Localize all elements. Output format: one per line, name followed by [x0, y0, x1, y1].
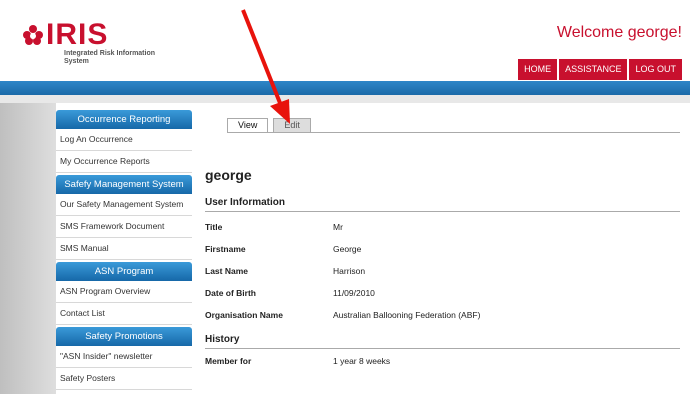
sidebar-item-our-sms[interactable]: Our Safety Management System	[56, 194, 192, 216]
sidebar-item-safety-posters[interactable]: Safety Posters	[56, 368, 192, 390]
site-header: IRIS Integrated Risk Information System …	[0, 0, 690, 80]
history-heading: History	[205, 334, 680, 349]
top-navigation: HOME ASSISTANCE LOG OUT	[518, 59, 682, 80]
field-value: George	[333, 244, 362, 254]
iris-logo[interactable]: IRIS Integrated Risk Information System	[22, 18, 162, 70]
field-label: Firstname	[205, 244, 246, 254]
left-gutter	[0, 103, 56, 394]
user-information-heading: User Information	[205, 197, 680, 212]
sidebar-item-sms-framework[interactable]: SMS Framework Document	[56, 216, 192, 238]
field-label: Member for	[205, 356, 252, 366]
field-value: 11/09/2010	[333, 288, 375, 298]
tab-bar: View Edit	[227, 118, 311, 133]
sidebar-item-my-reports[interactable]: My Occurrence Reports	[56, 151, 192, 173]
welcome-message: Welcome george!	[556, 24, 682, 41]
page-title: george	[205, 167, 252, 183]
flower-logo-icon	[23, 25, 43, 45]
brand-name: IRIS	[46, 18, 109, 51]
tab-edit[interactable]: Edit	[273, 118, 311, 133]
sidebar-item-contact-list[interactable]: Contact List	[56, 303, 192, 325]
field-value: 1 year 8 weeks	[333, 356, 391, 366]
sidebar-item-asn-overview[interactable]: ASN Program Overview	[56, 281, 192, 303]
nav-assistance-button[interactable]: ASSISTANCE	[559, 59, 628, 80]
field-value: Australian Ballooning Federation (ABF)	[333, 310, 481, 320]
tab-view[interactable]: View	[227, 118, 269, 133]
nav-home-button[interactable]: HOME	[518, 59, 558, 80]
brand-tagline: Integrated Risk Information System	[64, 50, 156, 65]
tab-divider	[227, 132, 680, 133]
nav-logout-button[interactable]: LOG OUT	[629, 59, 682, 80]
sidebar-header-occurrence-reporting[interactable]: Occurrence Reporting	[56, 110, 192, 129]
sidebar: Occurrence Reporting Log An Occurrence M…	[56, 108, 192, 390]
field-label: Organisation Name	[205, 310, 283, 320]
field-value: Harrison	[333, 266, 366, 276]
field-label: Last Name	[205, 266, 248, 276]
sidebar-header-asn-program[interactable]: ASN Program	[56, 262, 192, 281]
sidebar-item-newsletter[interactable]: "ASN Insider" newsletter	[56, 346, 192, 368]
field-label: Title	[205, 222, 223, 232]
sidebar-header-safety-promotions[interactable]: Safety Promotions	[56, 327, 192, 346]
gray-strip	[0, 95, 690, 103]
sidebar-header-safety-management[interactable]: Safefy Management System	[56, 175, 192, 194]
sidebar-item-sms-manual[interactable]: SMS Manual	[56, 238, 192, 260]
sidebar-item-log-occurrence[interactable]: Log An Occurrence	[56, 129, 192, 151]
blue-banner	[0, 81, 690, 95]
field-value: Mr	[333, 222, 343, 232]
field-label: Date of Birth	[205, 288, 256, 298]
